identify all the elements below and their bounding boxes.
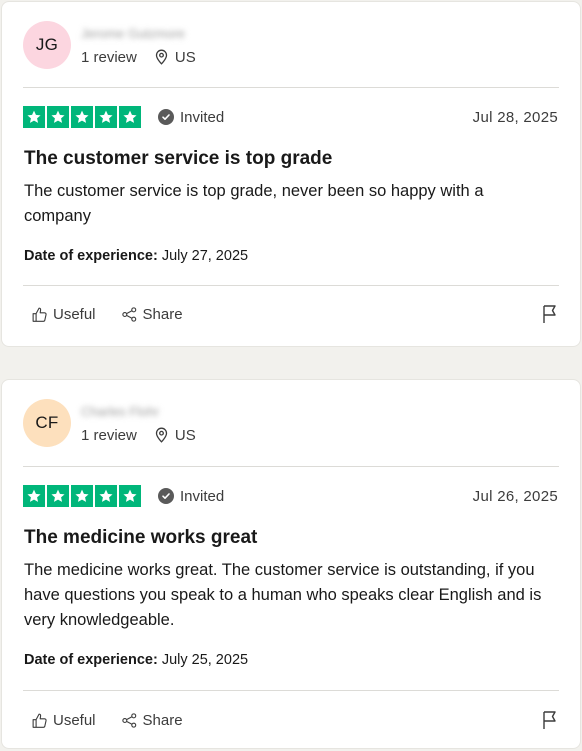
rating-row: Invited Jul 26, 2025 bbox=[23, 485, 558, 507]
flag-icon[interactable] bbox=[541, 304, 559, 324]
location-pin-icon bbox=[155, 49, 168, 65]
useful-label: Useful bbox=[53, 305, 96, 323]
star-icon bbox=[95, 106, 117, 128]
review-actions: Useful Share bbox=[31, 708, 559, 732]
divider bbox=[23, 87, 559, 88]
reviewer-name[interactable]: Jerome Gutzmore bbox=[81, 25, 196, 43]
location-pin-icon bbox=[155, 427, 168, 443]
review-title[interactable]: The medicine works great bbox=[24, 527, 257, 549]
avatar[interactable]: JG bbox=[23, 21, 71, 69]
review-date: Jul 26, 2025 bbox=[472, 487, 558, 505]
reviewer-sub: 1 review US bbox=[81, 427, 196, 444]
thumbs-up-icon bbox=[31, 306, 48, 323]
star-icon bbox=[119, 106, 141, 128]
star-icon bbox=[23, 485, 45, 507]
avatar[interactable]: CF bbox=[23, 399, 71, 447]
share-button[interactable]: Share bbox=[121, 712, 183, 729]
experience-date: July 27, 2025 bbox=[161, 248, 249, 264]
useful-button[interactable]: Useful bbox=[31, 306, 96, 323]
review-date: Jul 28, 2025 bbox=[472, 108, 558, 126]
share-label: Share bbox=[142, 711, 183, 729]
reviewer-header: JG Jerome Gutzmore 1 review US bbox=[23, 20, 196, 70]
reviewer-header: CF Charles Flohr 1 review US bbox=[23, 398, 196, 448]
review-body: The customer service is top grade, never… bbox=[24, 182, 484, 225]
verified-check-icon bbox=[158, 488, 174, 504]
review-count: 1 review bbox=[81, 426, 137, 444]
rating-row: Invited Jul 28, 2025 bbox=[23, 106, 558, 128]
review-card: CF Charles Flohr 1 review US Invited Jul… bbox=[1, 379, 581, 749]
star-icon bbox=[47, 485, 69, 507]
review-count: 1 review bbox=[81, 48, 137, 66]
reviewer-sub: 1 review US bbox=[81, 49, 196, 66]
star-icon bbox=[71, 485, 93, 507]
star-icon bbox=[23, 106, 45, 128]
divider bbox=[23, 285, 559, 286]
divider bbox=[23, 690, 559, 691]
experience-label: Date of experience: bbox=[24, 248, 158, 264]
star-icon bbox=[95, 485, 117, 507]
review-actions: Useful Share bbox=[31, 302, 559, 326]
reviewer-name[interactable]: Charles Flohr bbox=[81, 403, 196, 421]
reviewer-meta: Jerome Gutzmore 1 review US bbox=[81, 25, 196, 66]
review-title[interactable]: The customer service is top grade bbox=[24, 148, 332, 170]
useful-button[interactable]: Useful bbox=[31, 712, 96, 729]
thumbs-up-icon bbox=[31, 712, 48, 729]
divider bbox=[23, 466, 559, 467]
verified-check-icon bbox=[158, 109, 174, 125]
share-icon bbox=[121, 712, 138, 729]
flag-icon[interactable] bbox=[541, 710, 559, 730]
invited-label: Invited bbox=[180, 487, 225, 505]
star-icon bbox=[47, 106, 69, 128]
star-rating bbox=[23, 106, 141, 128]
experience-date: July 25, 2025 bbox=[161, 652, 249, 668]
review-card: JG Jerome Gutzmore 1 review US Invited J… bbox=[1, 1, 581, 347]
share-button[interactable]: Share bbox=[121, 306, 183, 323]
invited-badge[interactable]: Invited bbox=[158, 109, 224, 126]
share-label: Share bbox=[142, 305, 183, 323]
experience-label: Date of experience: bbox=[24, 652, 158, 668]
useful-label: Useful bbox=[53, 711, 96, 729]
date-of-experience: Date of experience: July 27, 2025 bbox=[24, 248, 248, 264]
star-icon bbox=[71, 106, 93, 128]
reviewer-meta: Charles Flohr 1 review US bbox=[81, 403, 196, 444]
star-icon bbox=[119, 485, 141, 507]
review-body: The medicine works great. The customer s… bbox=[24, 561, 542, 629]
invited-label: Invited bbox=[180, 108, 225, 126]
reviewer-country: US bbox=[174, 426, 196, 444]
star-rating bbox=[23, 485, 141, 507]
reviewer-country: US bbox=[174, 48, 196, 66]
invited-badge[interactable]: Invited bbox=[158, 488, 224, 505]
date-of-experience: Date of experience: July 25, 2025 bbox=[24, 652, 248, 668]
share-icon bbox=[121, 306, 138, 323]
